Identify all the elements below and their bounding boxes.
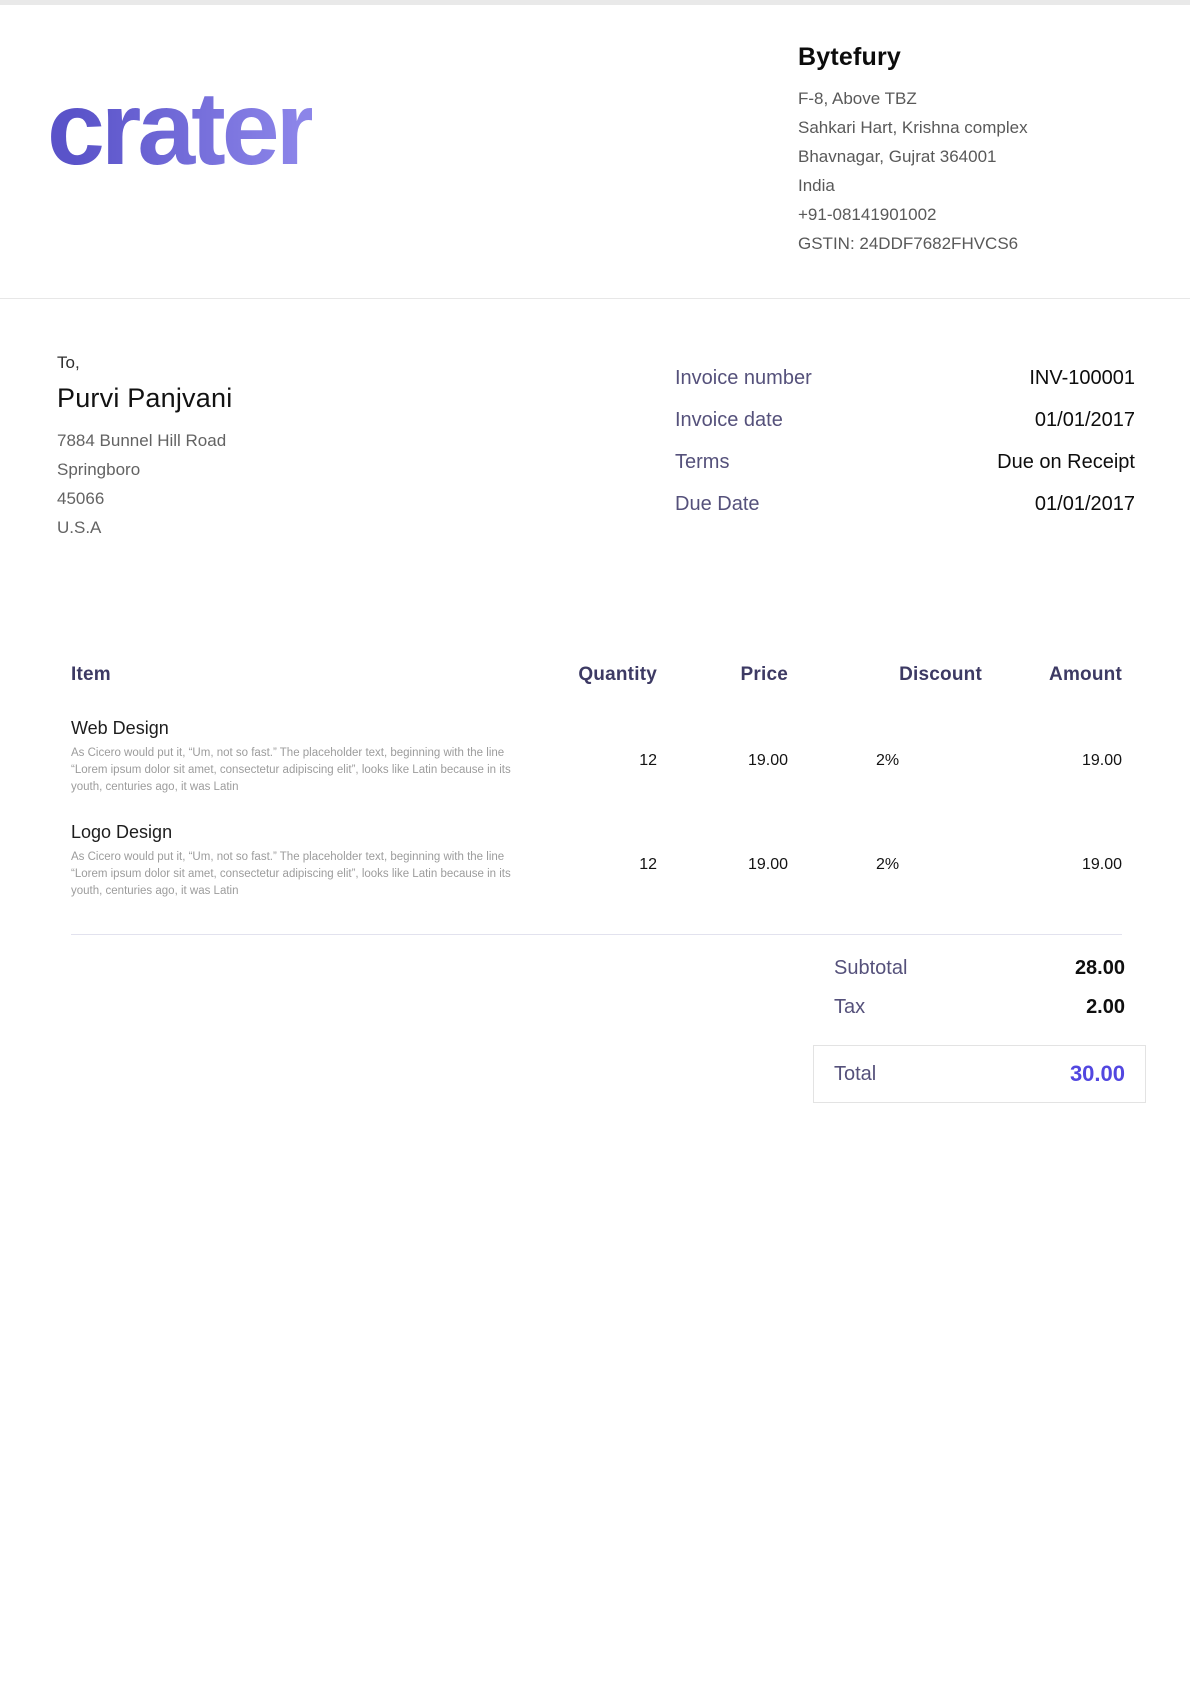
customer-name: Purvi Panjvani (57, 383, 232, 414)
tax-value: 2.00 (1086, 996, 1125, 1019)
company-name: Bytefury (798, 43, 1078, 72)
item-amount: 19.00 (982, 718, 1122, 770)
invoice-header: crater Bytefury F-8, Above TBZ Sahkari H… (0, 5, 1190, 299)
column-header-amount: Amount (982, 664, 1122, 686)
total-box: Total 30.00 (813, 1045, 1146, 1103)
item-description: As Cicero would put it, “Um, not so fast… (71, 849, 511, 900)
item-description: As Cicero would put it, “Um, not so fast… (71, 745, 511, 796)
item-discount: 2% (788, 822, 982, 874)
due-date-value: 01/01/2017 (1035, 493, 1135, 516)
item-price: 19.00 (657, 718, 788, 770)
items-table: Item Quantity Price Discount Amount Web … (71, 664, 1122, 935)
company-phone: +91-08141901002 (798, 200, 1078, 229)
items-table-header: Item Quantity Price Discount Amount (71, 664, 1122, 686)
invoice-number-label: Invoice number (675, 367, 812, 390)
company-address-line: India (798, 171, 1078, 200)
item-price: 19.00 (657, 822, 788, 874)
terms-value: Due on Receipt (997, 451, 1135, 474)
invoice-number-row: Invoice number INV-100001 (675, 367, 1135, 390)
column-header-quantity: Quantity (542, 664, 657, 686)
billing-section: To, Purvi Panjvani 7884 Bunnel Hill Road… (0, 299, 1190, 542)
subtotal-value: 28.00 (1075, 957, 1125, 980)
subtotal-label: Subtotal (834, 957, 907, 980)
invoice-date-row: Invoice date 01/01/2017 (675, 409, 1135, 432)
item-discount: 2% (788, 718, 982, 770)
tax-label: Tax (834, 996, 865, 1019)
item-cell: Logo Design As Cicero would put it, “Um,… (71, 822, 542, 900)
due-date-row: Due Date 01/01/2017 (675, 493, 1135, 516)
customer-address-line: 7884 Bunnel Hill Road (57, 426, 232, 455)
column-header-price: Price (657, 664, 788, 686)
item-name: Web Design (71, 718, 542, 739)
tax-row: Tax 2.00 (813, 996, 1146, 1019)
crater-logo: crater (47, 77, 312, 181)
customer-address-line: 45066 (57, 484, 232, 513)
totals-summary: Subtotal 28.00 Tax 2.00 Total 30.00 (813, 957, 1146, 1103)
invoice-date-value: 01/01/2017 (1035, 409, 1135, 432)
subtotal-row: Subtotal 28.00 (813, 957, 1146, 980)
column-header-item: Item (71, 664, 542, 686)
bill-to-block: To, Purvi Panjvani 7884 Bunnel Hill Road… (57, 353, 232, 542)
table-row: Logo Design As Cicero would put it, “Um,… (71, 822, 1122, 900)
terms-label: Terms (675, 451, 729, 474)
invoice-date-label: Invoice date (675, 409, 783, 432)
item-quantity: 12 (542, 718, 657, 770)
total-label: Total (834, 1063, 876, 1086)
table-row: Web Design As Cicero would put it, “Um, … (71, 718, 1122, 796)
invoice-number-value: INV-100001 (1029, 367, 1135, 390)
due-date-label: Due Date (675, 493, 760, 516)
invoice-meta: Invoice number INV-100001 Invoice date 0… (675, 353, 1135, 542)
company-address-line: Sahkari Hart, Krishna complex (798, 113, 1078, 142)
item-name: Logo Design (71, 822, 542, 843)
item-quantity: 12 (542, 822, 657, 874)
terms-row: Terms Due on Receipt (675, 451, 1135, 474)
company-info: Bytefury F-8, Above TBZ Sahkari Hart, Kr… (798, 35, 1078, 258)
customer-address-line: Springboro (57, 455, 232, 484)
customer-address-line: U.S.A (57, 513, 232, 542)
company-address-line: F-8, Above TBZ (798, 84, 1078, 113)
company-address-line: Bhavnagar, Gujrat 364001 (798, 142, 1078, 171)
item-cell: Web Design As Cicero would put it, “Um, … (71, 718, 542, 796)
total-value: 30.00 (1070, 1061, 1125, 1087)
item-amount: 19.00 (982, 822, 1122, 874)
bill-to-label: To, (57, 353, 232, 373)
company-gstin: GSTIN: 24DDF7682FHVCS6 (798, 229, 1078, 258)
column-header-discount: Discount (788, 664, 982, 686)
